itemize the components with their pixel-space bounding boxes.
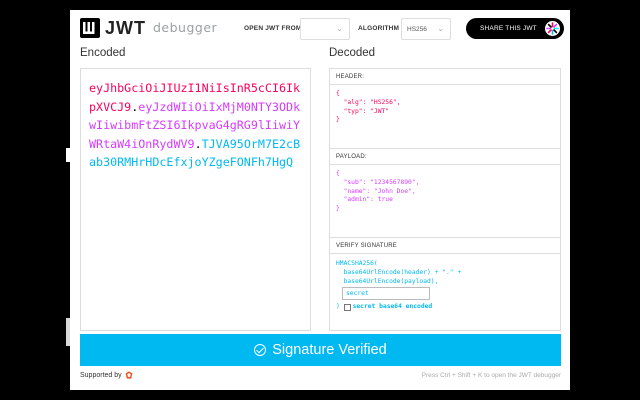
- verified-label: Signature Verified: [272, 342, 387, 358]
- supported-by-label: Supported by: [80, 371, 122, 379]
- share-jwt-button[interactable]: SHARE THIS JWT: [466, 18, 564, 39]
- encoded-title: Encoded: [80, 47, 126, 59]
- shortcut-hint: Press Ctrl + Shift + K to open the JWT d…: [421, 372, 561, 379]
- secret-input[interactable]: secret: [342, 287, 430, 301]
- share-label: SHARE THIS JWT: [480, 25, 537, 32]
- decoded-title: Decoded: [329, 47, 376, 59]
- open-from-label: OPEN JWT FROM: [244, 25, 302, 32]
- auth0-logo-icon[interactable]: [125, 371, 133, 379]
- base64-checkbox-label: secret base64 encoded: [352, 303, 433, 311]
- token-separator: .: [194, 136, 202, 151]
- encoded-token: eyJhbGciOiJIUzI1NiIsInR5cCI6IkpXVCJ9.eyJ…: [89, 79, 302, 172]
- signature-verified-banner: Signature Verified: [80, 334, 561, 366]
- logo[interactable]: JWT debugger: [80, 18, 217, 38]
- logo-subtitle: debugger: [153, 20, 218, 35]
- top-bar: JWT debugger OPEN JWT FROM ⌄ ALGORITHM H…: [70, 10, 570, 46]
- decoded-panel: HEADER: { "alg": "HS256", "typ": "JWT" }…: [329, 68, 561, 331]
- header-json-editor[interactable]: { "alg": "HS256", "typ": "JWT" }: [330, 85, 560, 149]
- encoded-token-editor[interactable]: eyJhbGciOiJIUzI1NiIsInR5cCI6IkpXVCJ9.eyJ…: [80, 68, 311, 331]
- signature-section: HMACSHA256( base64UrlEncode(header) + ".…: [330, 254, 560, 312]
- signature-payload-line: base64UrlEncode(payload),: [336, 277, 439, 285]
- chevron-down-icon: ⌄: [437, 24, 444, 33]
- check-circle-icon: [254, 344, 267, 356]
- signature-header-line: base64UrlEncode(header) + "." +: [336, 268, 462, 276]
- algorithm-label: ALGORITHM: [358, 25, 400, 32]
- jwt-debugger-popup: JWT debugger OPEN JWT FROM ⌄ ALGORITHM H…: [70, 10, 570, 390]
- base64-checkbox[interactable]: [343, 304, 351, 312]
- algorithm-select[interactable]: HS256 ⌄: [401, 18, 451, 40]
- signature-section-label: VERIFY SIGNATURE: [330, 238, 560, 254]
- open-from-select[interactable]: ⌄: [300, 18, 350, 40]
- jwt-color-logo-icon: [545, 21, 560, 36]
- header-section-label: HEADER:: [330, 69, 560, 85]
- jwt-logo-icon: [80, 18, 100, 38]
- payload-section-label: PAYLOAD:: [330, 149, 560, 165]
- payload-json-editor[interactable]: { "sub": "1234567890", "name": "John Doe…: [330, 165, 560, 238]
- logo-text: JWT: [105, 18, 146, 38]
- signature-close: ): [336, 303, 344, 311]
- supported-by: Supported by: [80, 371, 133, 379]
- chevron-down-icon: ⌄: [336, 24, 343, 33]
- signature-function: HMACSHA256(: [336, 260, 378, 267]
- algorithm-value: HS256: [407, 25, 427, 33]
